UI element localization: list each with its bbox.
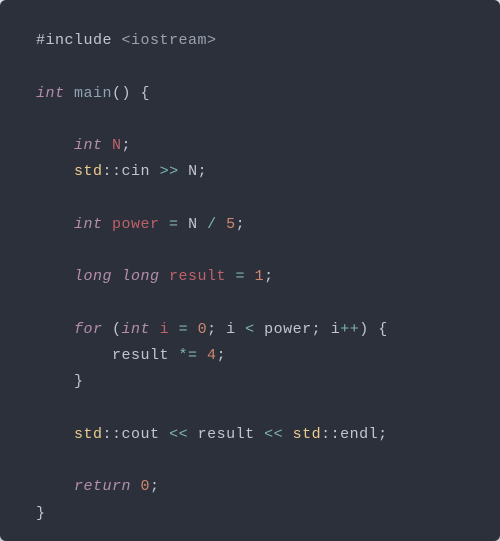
code-line: for (int i = 0; i < power; i++) { (36, 321, 388, 338)
token-punct: ; (207, 321, 226, 338)
token-punct: } (74, 373, 84, 390)
code-line: return 0; (36, 478, 160, 495)
token-type: long long (74, 268, 169, 285)
code-line: } (36, 373, 84, 390)
token-num: 0 (198, 321, 208, 338)
token-punct: { (131, 85, 150, 102)
token-paren: ( (112, 321, 122, 338)
token-type: int (74, 137, 112, 154)
token-op: ++ (340, 321, 359, 338)
token-punct: { (369, 321, 388, 338)
token-scope: :: (103, 426, 122, 443)
code-line: } (36, 505, 46, 522)
token-preproc: #include (36, 32, 122, 49)
token-op: = (226, 268, 255, 285)
token-num: 4 (207, 347, 217, 364)
token-op: << (255, 426, 293, 443)
token-ident: result (198, 426, 255, 443)
token-type: int (122, 321, 160, 338)
code-line: std::cout << result << std::endl; (36, 426, 388, 443)
code-line: long long result = 1; (36, 268, 274, 285)
token-num: 0 (141, 478, 151, 495)
token-punct: ; (150, 478, 160, 495)
code-editor: #include <iostream> int main() { int N; … (0, 0, 500, 541)
token-ident: N (188, 163, 198, 180)
code-line: int power = N / 5; (36, 216, 245, 233)
token-punct: } (36, 505, 46, 522)
token-scope: :: (321, 426, 340, 443)
token-num: 1 (255, 268, 265, 285)
token-ident: power (264, 321, 312, 338)
code-line: int main() { (36, 85, 150, 102)
token-var: result (169, 268, 226, 285)
token-type: int (36, 85, 74, 102)
token-paren: ) (359, 321, 369, 338)
token-op: *= (169, 347, 207, 364)
token-type: int (74, 216, 112, 233)
token-ident: result (112, 347, 169, 364)
code-line: #include <iostream> (36, 32, 217, 49)
token-keyword: for (74, 321, 112, 338)
token-punct: ; (122, 137, 132, 154)
token-punct: ; (312, 321, 331, 338)
token-paren: () (112, 85, 131, 102)
token-ns: std (74, 426, 103, 443)
token-var: power (112, 216, 160, 233)
code-line: result *= 4; (36, 347, 226, 364)
token-punct: ; (198, 163, 208, 180)
token-ident: N (188, 216, 198, 233)
token-punct: ; (264, 268, 274, 285)
code-line: int N; (36, 137, 131, 154)
token-op: = (160, 216, 189, 233)
token-preproc-bracket: <iostream> (122, 32, 217, 49)
token-num: 5 (226, 216, 236, 233)
token-ns: std (74, 163, 103, 180)
token-keyword: return (74, 478, 141, 495)
token-func: main (74, 85, 112, 102)
token-op: >> (150, 163, 188, 180)
token-scope: :: (103, 163, 122, 180)
token-var: N (112, 137, 122, 154)
code-block: #include <iostream> int main() { int N; … (36, 28, 480, 527)
code-line: std::cin >> N; (36, 163, 207, 180)
token-op: < (236, 321, 265, 338)
token-ident: i (331, 321, 341, 338)
token-op: / (198, 216, 227, 233)
token-op: = (169, 321, 198, 338)
token-punct: ; (236, 216, 246, 233)
token-ident: i (226, 321, 236, 338)
token-ident: endl (340, 426, 378, 443)
token-ns: std (293, 426, 322, 443)
token-ident: cout (122, 426, 160, 443)
token-punct: ; (378, 426, 388, 443)
token-punct: ; (217, 347, 227, 364)
token-var: i (160, 321, 170, 338)
token-ident: cin (122, 163, 151, 180)
token-op: << (160, 426, 198, 443)
